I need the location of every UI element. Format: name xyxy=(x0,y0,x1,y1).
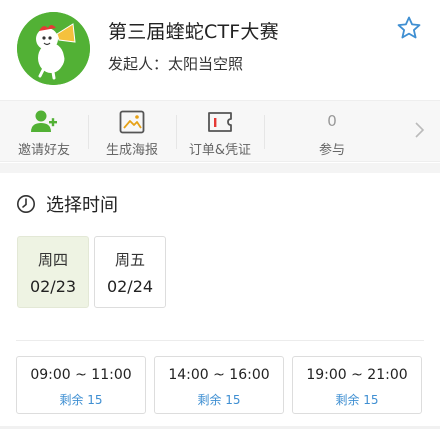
orders-vouchers-button[interactable]: 订单&凭证 xyxy=(176,101,264,163)
select-time-title: 选择时间 xyxy=(46,195,118,216)
date-day: 02/24 xyxy=(106,277,154,296)
divider xyxy=(264,115,265,149)
slot-remaining: 剩余 15 xyxy=(335,393,379,407)
participants-count: 0 xyxy=(327,112,337,130)
invite-friends-button[interactable]: 邀请好友 xyxy=(0,101,88,163)
generate-poster-label: 生成海报 xyxy=(105,143,158,158)
slot-remaining: 剩余 15 xyxy=(59,393,103,407)
event-organizer: 发起人：太阳当空照 xyxy=(108,55,244,73)
clock-icon xyxy=(17,195,35,213)
event-header: 第三届蝰蛇CTF大赛 发起人：太阳当空照 xyxy=(0,0,440,100)
add-user-icon xyxy=(31,110,57,132)
event-title: 第三届蝰蛇CTF大赛 xyxy=(108,21,279,43)
time-slot-afternoon[interactable]: 14:00 ~ 16:00 剩余 15 xyxy=(154,356,284,414)
orders-vouchers-label: 订单&凭证 xyxy=(188,143,252,158)
slot-remaining: 剩余 15 xyxy=(197,393,241,407)
action-bar: 邀请好友 生成海报 订单&凭证 0 参与 xyxy=(0,100,440,162)
time-slot-evening[interactable]: 19:00 ~ 21:00 剩余 15 xyxy=(292,356,422,414)
divider xyxy=(16,340,424,341)
invite-friends-label: 邀请好友 xyxy=(17,143,70,158)
date-weekday: 周五 xyxy=(114,251,145,269)
favorite-star-icon[interactable] xyxy=(396,15,422,41)
date-day: 02/23 xyxy=(29,277,77,296)
date-weekday: 周四 xyxy=(37,251,68,269)
select-time-heading: 选择时间 xyxy=(16,192,118,216)
ticket-icon xyxy=(208,112,232,132)
generate-poster-button[interactable]: 生成海报 xyxy=(88,101,176,163)
participants-button[interactable]: 0 参与 xyxy=(288,101,376,163)
section-spacer xyxy=(0,163,440,173)
participants-label: 参与 xyxy=(318,143,345,158)
image-icon xyxy=(119,110,145,134)
slot-time: 19:00 ~ 21:00 xyxy=(306,367,408,383)
slot-time: 09:00 ~ 11:00 xyxy=(30,367,132,383)
chevron-right-icon[interactable] xyxy=(412,120,426,140)
event-page: 第三届蝰蛇CTF大赛 发起人：太阳当空照 邀请好友 生成海报 订单&凭证 0 参… xyxy=(0,0,440,429)
slot-time: 14:00 ~ 16:00 xyxy=(168,367,270,383)
date-option-fri[interactable]: 周五 02/24 xyxy=(94,236,166,308)
event-logo xyxy=(17,12,90,85)
time-slot-morning[interactable]: 09:00 ~ 11:00 剩余 15 xyxy=(16,356,146,414)
date-option-thu[interactable]: 周四 02/23 xyxy=(17,236,89,308)
